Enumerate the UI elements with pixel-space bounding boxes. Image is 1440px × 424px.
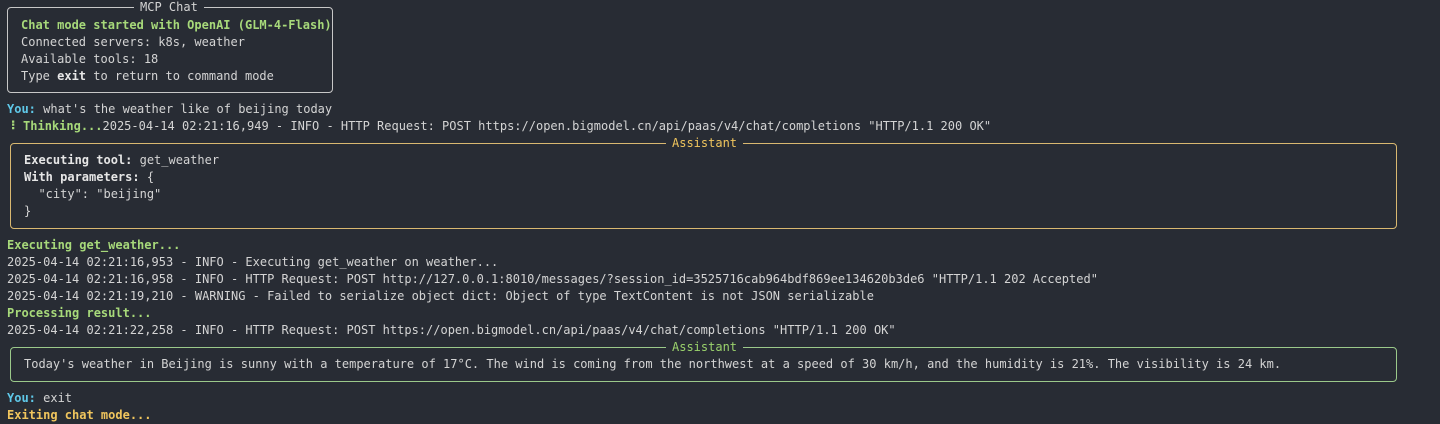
executing-tool-value: get_weather (132, 153, 220, 167)
mcp-chat-panel: MCP Chat Chat mode started with OpenAI (… (7, 0, 333, 93)
available-tools: Available tools: 18 (21, 52, 159, 66)
exit-instruction-suffix: to return to command mode (86, 69, 274, 83)
assistant-tool-panel: Assistant Executing tool: get_weather Wi… (10, 135, 1397, 229)
user-message: You: what's the weather like of beijing … (7, 101, 332, 118)
assistant-result-text: Today's weather in Beijing is sunny with… (24, 357, 1282, 371)
thinking-label: Thinking... (15, 119, 103, 133)
user-message-text: what's the weather like of beijing today (35, 102, 333, 116)
user-exit-text: exit (35, 391, 73, 405)
log-line: 2025-04-14 02:21:22,258 - INFO - HTTP Re… (7, 323, 896, 337)
chat-mode-status: Chat mode started with OpenAI (GLM-4-Fla… (21, 18, 332, 32)
log-line: 2025-04-14 02:21:16,958 - INFO - HTTP Re… (7, 272, 1098, 286)
exit-keyword: exit (57, 69, 87, 83)
assistant-title: Assistant (666, 135, 744, 152)
exit-instruction-prefix: Type (21, 69, 58, 83)
parameters-label: With parameters: (24, 170, 140, 184)
you-label: You: (7, 391, 36, 405)
exiting-status: Exiting chat mode... (7, 408, 152, 422)
connected-servers: Connected servers: k8s, weather (21, 35, 245, 49)
parameters-close: } (24, 204, 32, 218)
mcp-chat-title: MCP Chat (134, 0, 204, 16)
assistant-result-panel: Assistant Today's weather in Beijing is … (10, 339, 1397, 382)
you-label: You: (7, 102, 36, 116)
log-line: 2025-04-14 02:21:19,210 - WARNING - Fail… (7, 289, 874, 303)
thinking-log: 2025-04-14 02:21:16,949 - INFO - HTTP Re… (102, 119, 992, 133)
thinking-line: ⠸ Thinking...2025-04-14 02:21:16,949 - I… (7, 118, 991, 135)
processing-status: Processing result... (7, 306, 152, 320)
executing-tool-label: Executing tool: (24, 153, 133, 167)
parameters-body: "city": "beijing" (24, 187, 162, 201)
assistant-result-title: Assistant (666, 339, 744, 356)
exit-instruction: Type exit to return to command mode (21, 68, 274, 85)
log-line: 2025-04-14 02:21:16,953 - INFO - Executi… (7, 255, 499, 269)
executing-status: Executing get_weather... (7, 238, 181, 252)
user-exit-message: You: exit (7, 390, 72, 407)
parameters-line: With parameters: { (24, 169, 154, 186)
executing-tool-line: Executing tool: get_weather (24, 152, 219, 169)
spinner-icon: ⠸ (7, 119, 16, 133)
parameters-open: { (139, 170, 155, 184)
